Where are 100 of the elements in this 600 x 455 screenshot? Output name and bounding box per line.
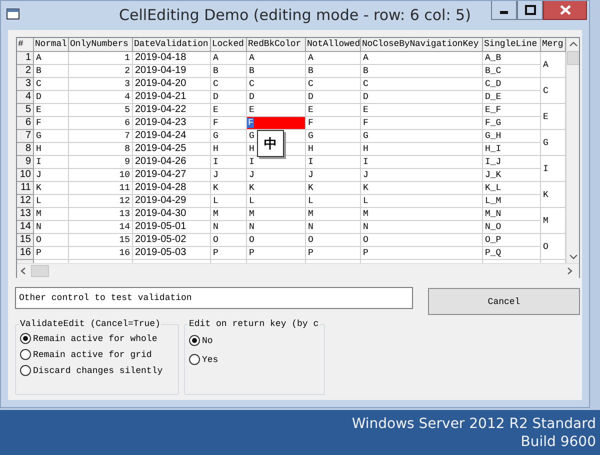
grid-cell: G_H bbox=[483, 130, 541, 143]
radio-button[interactable] bbox=[189, 354, 200, 365]
grid-cell: 2019-04-21 bbox=[133, 91, 211, 104]
column-header[interactable]: NotAllowed bbox=[306, 38, 361, 52]
row-header: 3 bbox=[17, 78, 34, 91]
radio-button[interactable] bbox=[189, 335, 200, 346]
grid-cell: H bbox=[211, 143, 247, 156]
maximize-button[interactable] bbox=[517, 1, 543, 20]
grid-cell: L bbox=[361, 195, 483, 208]
row-header: 14 bbox=[17, 221, 34, 234]
grid-cell: D bbox=[34, 91, 69, 104]
scrollbar-thumb[interactable] bbox=[567, 51, 579, 65]
grid-cell: E bbox=[34, 104, 69, 117]
grid-cell: C bbox=[361, 78, 483, 91]
grid-cell: J bbox=[247, 169, 306, 182]
grid-cell: P bbox=[361, 247, 483, 260]
grid-cell: 5 bbox=[69, 104, 133, 117]
grid-cell: M bbox=[247, 208, 306, 221]
grid-cell: O bbox=[247, 234, 306, 247]
row-header: 2 bbox=[17, 65, 34, 78]
grid-cell: E bbox=[211, 104, 247, 117]
grid-cell: 12 bbox=[69, 195, 133, 208]
text-field[interactable]: Other control to test validation bbox=[15, 287, 413, 309]
column-header[interactable]: RedBkColor bbox=[247, 38, 306, 52]
grid-cell: D bbox=[306, 91, 361, 104]
row-header: 13 bbox=[17, 208, 34, 221]
row-header: 11 bbox=[17, 182, 34, 195]
row-header: 12 bbox=[17, 195, 34, 208]
row-header: 6 bbox=[17, 117, 34, 130]
grid-cell: L bbox=[306, 195, 361, 208]
grid-cell: G bbox=[361, 130, 483, 143]
grid-cell: 2019-04-24 bbox=[133, 130, 211, 143]
grid-cell: K bbox=[34, 182, 69, 195]
column-header[interactable]: Merg bbox=[541, 38, 566, 52]
os-edition: Windows Server 2012 R2 Standard bbox=[352, 414, 596, 432]
grid-cell: N bbox=[306, 221, 361, 234]
grid-cell: G bbox=[34, 130, 69, 143]
close-icon bbox=[560, 5, 570, 15]
grid-cell: 2019-04-18 bbox=[133, 52, 211, 65]
grid-cell: 1 bbox=[69, 52, 133, 65]
grid-cell: C bbox=[34, 78, 69, 91]
grid-cell: 2019-04-29 bbox=[133, 195, 211, 208]
cancel-button[interactable]: Cancel bbox=[428, 288, 580, 315]
grid-cell: P bbox=[34, 247, 69, 260]
grid-cell: H bbox=[361, 143, 483, 156]
grid-cell: 2019-04-22 bbox=[133, 104, 211, 117]
grid-cell: H bbox=[306, 143, 361, 156]
grid-cell: J bbox=[211, 169, 247, 182]
grid-cell: E bbox=[306, 104, 361, 117]
grid-cell: J bbox=[306, 169, 361, 182]
grid-cell: I bbox=[34, 156, 69, 169]
radio-button[interactable] bbox=[20, 349, 31, 360]
grid-cell: N bbox=[211, 221, 247, 234]
radio-button[interactable] bbox=[20, 365, 31, 376]
cell-editor[interactable]: F bbox=[247, 117, 306, 130]
grid-cell: L bbox=[34, 195, 69, 208]
column-header[interactable]: # bbox=[17, 38, 34, 52]
grid-cell: 2019-04-25 bbox=[133, 143, 211, 156]
grid-cell: O bbox=[361, 234, 483, 247]
scrollbar-thumb[interactable] bbox=[31, 265, 49, 277]
row-header: 4 bbox=[17, 91, 34, 104]
app-icon bbox=[6, 7, 20, 20]
grid-cell: M bbox=[34, 208, 69, 221]
grid-cell: N bbox=[247, 221, 306, 234]
group-title: ValidateEdit (Cancel=True) bbox=[19, 319, 162, 329]
column-header[interactable]: Locked bbox=[211, 38, 247, 52]
radio-label[interactable]: Yes bbox=[202, 354, 218, 364]
grid-cell: C bbox=[247, 78, 306, 91]
grid-cell: 10 bbox=[69, 169, 133, 182]
grid-cell: B bbox=[361, 65, 483, 78]
radio-label[interactable]: No bbox=[202, 336, 213, 346]
grid-cell: E_F bbox=[483, 104, 541, 117]
radio-button[interactable] bbox=[20, 333, 31, 344]
column-header[interactable]: NoCloseByNavigationKey bbox=[361, 38, 483, 52]
grid-cell: G bbox=[306, 130, 361, 143]
minimize-button[interactable] bbox=[491, 1, 517, 20]
grid-cell: J bbox=[34, 169, 69, 182]
column-header[interactable]: DateValidation bbox=[133, 38, 211, 52]
radio-label[interactable]: Discard changes silently bbox=[33, 366, 163, 376]
grid-cell: P bbox=[247, 247, 306, 260]
grid-cell: 2019-04-27 bbox=[133, 169, 211, 182]
close-button[interactable] bbox=[543, 1, 587, 20]
column-header[interactable]: OnlyNumbers bbox=[69, 38, 133, 52]
grid-cell: F bbox=[306, 117, 361, 130]
grid-cell: M_N bbox=[483, 208, 541, 221]
grid-cell: A bbox=[211, 52, 247, 65]
grid-cell: N bbox=[34, 221, 69, 234]
radio-label[interactable]: Remain active for whole bbox=[33, 334, 158, 344]
column-header[interactable]: SingleLine bbox=[483, 38, 541, 52]
grid-cell: O_P bbox=[483, 234, 541, 247]
grid-cell: C_D bbox=[483, 78, 541, 91]
grid-cell: 2019-05-03 bbox=[133, 247, 211, 260]
grid-cell: 2019-04-30 bbox=[133, 208, 211, 221]
grid-cell: E bbox=[361, 104, 483, 117]
radio-label[interactable]: Remain active for grid bbox=[33, 350, 152, 360]
grid-cell: M bbox=[361, 208, 483, 221]
grid-cell: I bbox=[361, 156, 483, 169]
grid-cell: P bbox=[306, 247, 361, 260]
grid-cell: F_G bbox=[483, 117, 541, 130]
column-header[interactable]: Normal bbox=[34, 38, 69, 52]
